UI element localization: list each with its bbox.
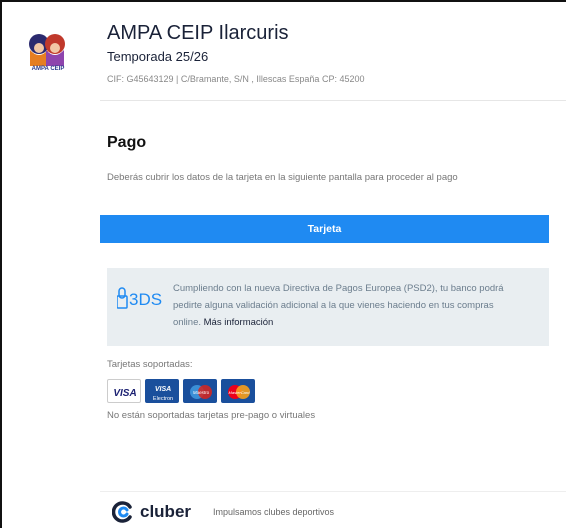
season-label: Temporada 25/26 [107,49,209,64]
visa-logo: VISA [107,379,141,403]
cluber-brand: cluber [140,502,192,521]
footer-tagline: Impulsamos clubes deportivos [213,507,335,517]
svg-text:Electron: Electron [153,396,173,402]
club-header: AMPA CEIP AMPA CEIP Ilarcuris Temporada … [0,0,566,100]
club-name: AMPA CEIP Ilarcuris [107,22,289,44]
club-logo-text: AMPA CEIP [31,66,65,72]
svg-text:VISA: VISA [155,386,171,393]
page-title: Pago [107,134,147,151]
3ds-logo-text: 3DS [129,290,162,309]
more-info-link[interactable]: Más información [204,317,274,328]
notice-text: Cumpliendo con la nueva Directiva de Pag… [173,280,518,331]
footer-divider [100,491,566,492]
cluber-logo-icon [112,501,132,523]
header-divider [100,100,566,101]
legal-info: CIF: G45643129 | C/Bramante, S/N , Illes… [107,74,365,84]
visa-electron-logo: VISA Electron [145,379,179,403]
supported-cards-label: Tarjetas soportadas: [107,359,193,370]
maestro-logo-text: Maestro [193,390,210,395]
visa-logo-text: VISA [113,388,136,399]
unsupported-cards-note: No están soportadas tarjetas pre-pago o … [107,410,316,421]
card-payment-button[interactable]: Tarjeta [100,215,549,243]
psd2-notice: 3DS Cumpliendo con la nueva Directiva de… [107,268,549,346]
3ds-logo: 3DS [117,287,162,309]
payment-description: Deberás cubrir los datos de la tarjeta e… [107,172,458,183]
mastercard-logo-text: MasterCard [229,390,251,395]
maestro-logo: Maestro [183,379,217,403]
mastercard-logo: MasterCard [221,379,255,403]
